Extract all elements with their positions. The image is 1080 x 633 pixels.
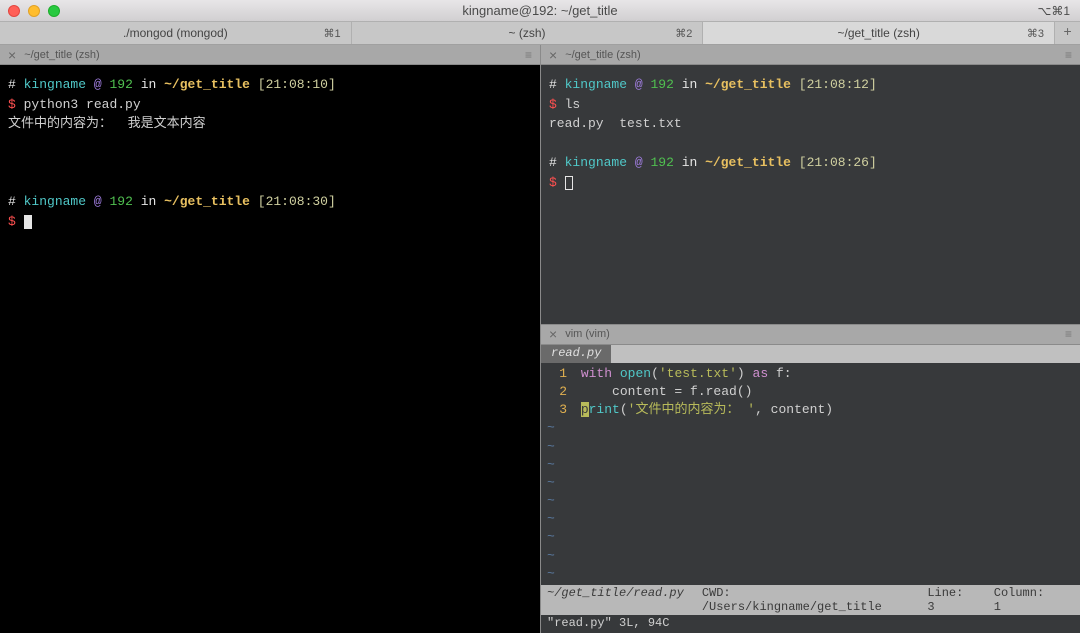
status-cwd: CWD: /Users/kingname/get_title [702,586,910,614]
menu-icon[interactable]: ≡ [1065,327,1072,341]
tab-label: ~ (zsh) [509,26,546,40]
prompt-line: # kingname @ 192 in ~/get_title [21:08:3… [8,192,532,212]
cursor [24,215,32,229]
close-icon[interactable]: × [8,48,16,62]
vim-tilde: ~ [547,438,1074,456]
vim-tilde: ~ [547,528,1074,546]
pane-header-left: × ~/get_title (zsh) ≡ [0,45,540,65]
code-line-1: 1 with open('test.txt') as f: [547,365,1074,383]
tab-get-title[interactable]: ~/get_title (zsh) ⌘3 [703,22,1055,44]
tab-mongod[interactable]: ./mongod (mongod) ⌘1 [0,22,352,44]
right-pane: × ~/get_title (zsh) ≡ # kingname @ 192 i… [540,45,1080,633]
pane-title: ~/get_title (zsh) [24,49,100,61]
vim-statusline: ~/get_title/read.py CWD: /Users/kingname… [541,585,1080,615]
vim-tabbar: read.py [541,345,1080,363]
prompt-line: # kingname @ 192 in ~/get_title [21:08:1… [8,75,532,95]
right-bottom-pane: × vim (vim) ≡ read.py 1 with open('test.… [541,325,1080,633]
vim-body[interactable]: 1 with open('test.txt') as f:2 content =… [541,363,1080,585]
status-path: ~/get_title/read.py [547,586,684,614]
pane-title: vim (vim) [565,328,610,340]
vim-tilde: ~ [547,492,1074,510]
vim-tilde: ~ [547,565,1074,583]
prompt-line: # kingname @ 192 in ~/get_title [21:08:1… [549,75,1072,95]
menu-icon[interactable]: ≡ [525,48,532,62]
vim-tilde: ~ [547,510,1074,528]
tab-shortcut: ⌘2 [675,27,692,40]
vim-editor[interactable]: read.py 1 with open('test.txt') as f:2 c… [541,345,1080,633]
workspace: × ~/get_title (zsh) ≡ # kingname @ 192 i… [0,45,1080,633]
pane-title: ~/get_title (zsh) [565,49,641,61]
output-line: 文件中的内容为： 我是文本内容 [8,114,532,134]
cmd-line: $ [8,212,532,232]
tab-shortcut: ⌘1 [324,27,341,40]
new-tab-button[interactable]: + [1055,22,1080,44]
output-line: read.py test.txt [549,114,1072,134]
cmd-line: $ python3 read.py [8,95,532,115]
status-col: Column: 1 [994,586,1056,614]
cmd-line: $ ls [549,95,1072,115]
vim-cmdline: "read.py" 3L, 94C [541,615,1080,633]
vim-tilde: ~ [547,474,1074,492]
left-pane: × ~/get_title (zsh) ≡ # kingname @ 192 i… [0,45,540,633]
cursor [565,176,573,190]
tab-shortcut: ⌘3 [1027,27,1044,40]
menu-icon[interactable]: ≡ [1065,48,1072,62]
vim-cursor: p [581,402,589,417]
close-icon[interactable]: × [549,48,557,62]
tab-bar: ./mongod (mongod) ⌘1 ~ (zsh) ⌘2 ~/get_ti… [0,22,1080,45]
vim-tilde: ~ [547,547,1074,565]
code-line-2: 2 content = f.read() [547,383,1074,401]
vim-tilde: ~ [547,419,1074,437]
tab-zsh-home[interactable]: ~ (zsh) ⌘2 [352,22,704,44]
terminal-right[interactable]: # kingname @ 192 in ~/get_title [21:08:1… [541,65,1080,324]
status-line: Line: 3 [927,586,975,614]
vim-tab-readpy[interactable]: read.py [541,345,611,363]
window-titlebar: kingname@192: ~/get_title ⌥⌘1 [0,0,1080,22]
right-top-pane: × ~/get_title (zsh) ≡ # kingname @ 192 i… [541,45,1080,325]
prompt-line: # kingname @ 192 in ~/get_title [21:08:2… [549,153,1072,173]
cmd-line: $ [549,173,1072,193]
tab-label: ~/get_title (zsh) [837,26,919,40]
close-icon[interactable]: × [549,327,557,341]
code-line-3: 3 print('文件中的内容为： ', content) [547,401,1074,419]
tab-label: ./mongod (mongod) [123,26,228,40]
pane-header-right-top: × ~/get_title (zsh) ≡ [541,45,1080,65]
vim-tilde: ~ [547,456,1074,474]
terminal-left[interactable]: # kingname @ 192 in ~/get_title [21:08:1… [0,65,540,633]
pane-header-vim: × vim (vim) ≡ [541,325,1080,345]
window-title: kingname@192: ~/get_title [0,3,1080,18]
